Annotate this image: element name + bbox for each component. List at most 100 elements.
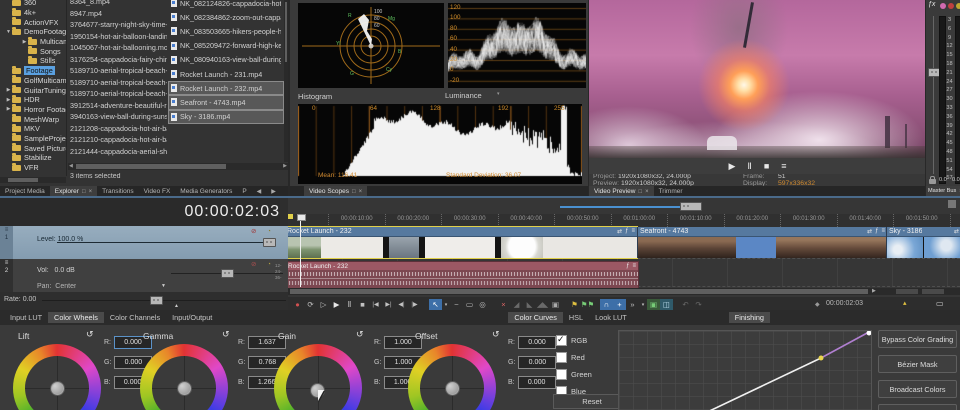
tab-hsl[interactable]: HSL [563,312,589,323]
folder-item[interactable]: VFR [0,163,66,173]
offset-g-value[interactable]: 0.000 [518,356,556,369]
folder-item[interactable]: MeshWarp [0,114,66,124]
preview-menu-icon[interactable]: ≡ [781,161,786,171]
lock-event-icon[interactable]: ▣ [549,299,562,310]
close-icon[interactable]: × [645,189,649,195]
play-from-start-icon[interactable]: ▷ [317,299,330,310]
reset-icon[interactable]: ↺ [492,329,500,340]
track-strip[interactable]: ≡ 2 [0,259,13,292]
file-item[interactable]: 5189710-aerial-tropical-beach-b... [67,65,167,77]
file-item[interactable]: 3764677-starry-night-sky-time-l... [67,19,167,31]
tab-look-lut[interactable]: Look LUT [589,312,633,323]
lock-icon[interactable] [929,179,936,184]
track-mute-icon[interactable]: ⊘ [251,228,256,235]
tab-scroll-left-icon[interactable]: ◀ [252,186,267,196]
tab-transitions[interactable]: Transitions [97,186,139,196]
fader-track[interactable] [933,16,934,174]
loop-playback-icon[interactable]: ⟳ [304,299,317,310]
redo-icon[interactable]: ↷ [692,299,705,310]
tab-video-scopes[interactable]: Video Scopes□× [304,186,367,196]
marker-flag-icon[interactable]: ⚑ [568,299,581,310]
folder-item[interactable]: Stabilize [0,153,66,163]
file-item[interactable]: 3912514-adventure-beautiful-ro... [67,100,167,112]
file-item[interactable]: NK_082124826-cappadocia-hot-air-bal... [168,0,284,10]
playhead[interactable] [300,214,301,287]
folder-item[interactable]: Footage [0,66,66,76]
histogram-channel-select[interactable]: Luminance ▾ [445,91,515,102]
timeline-ruler[interactable]: 00:00:10:0000:00:20:0000:00:30:0000:00:4… [288,214,960,228]
pause-icon[interactable]: Ⅱ [343,299,356,310]
tab-color-channels[interactable]: Color Channels [104,312,166,323]
track-menu-icon[interactable]: ≡ [5,227,9,233]
file-item[interactable]: 5189710-aerial-tropical-beach-b... [67,88,167,100]
event-tool-b-icon[interactable]: ◫ [660,299,673,310]
file-item[interactable]: 2121208-cappadocia-hot-air-bal... [67,123,167,135]
float-icon[interactable]: □ [352,189,356,195]
play-icon[interactable]: ▶ [330,299,343,310]
folder-item[interactable]: Songs [0,46,66,56]
clip-menu-icon[interactable]: ≡ [631,228,635,235]
file-item[interactable]: Rocket Launch - 231.mp4 [168,67,284,81]
color-wheel-gamma[interactable] [140,344,228,410]
files-hscrollbar[interactable]: ◀ ▶ [68,163,288,170]
track-header-audio[interactable]: ≡ 2 Vol: 0.0 dB Pan: Center ▼ ⊘ ◔ 12-24 [0,259,288,292]
timeline-corner-button[interactable] [948,200,956,208]
level-slider-handle[interactable] [263,238,276,247]
insert-fx-icon[interactable] [940,3,946,9]
selection-tool-icon[interactable]: ▭ [463,299,476,310]
float-icon[interactable]: □ [638,189,642,195]
play-icon[interactable]: ▶ [728,161,735,172]
clip-video-rocket[interactable]: Rocket Launch - 232 ⇄ƒ≡ [288,227,637,258]
tab-input-lut[interactable]: Input LUT [4,312,48,323]
folder-item[interactable]: 4k+ [0,8,66,18]
tab-project-media[interactable]: Project Media [0,186,50,196]
clip-audio-rocket[interactable]: Rocket Launch - 232 ƒ≡ [288,261,639,289]
expand-arrow-icon[interactable]: ▶ [5,97,12,103]
folder-item[interactable]: ▶ GuitarTuningM [0,85,66,95]
file-item[interactable]: NK_083503665-hikers-people-hiking-h... [168,24,284,38]
tool-dropdown-icon[interactable]: ▾ [442,299,450,310]
tab-video-fx[interactable]: Video FX [139,186,176,196]
tab-explorer[interactable]: Explorer□× [50,186,97,196]
file-item[interactable]: Rocket Launch - 232.mp4 [168,81,284,95]
close-icon[interactable]: × [359,189,363,195]
timeline-tracks-area[interactable]: 00:00:10:0000:00:20:0000:00:30:0000:00:4… [288,198,960,312]
file-item[interactable]: 1950154-hot-air-balloon-landin... [67,31,167,43]
track-mute-icon[interactable]: ⊘ [251,261,256,268]
record-icon[interactable]: ● [291,299,304,310]
checkbox-icon[interactable] [556,369,567,380]
track-strip[interactable]: ≡ 1 [0,226,13,259]
folder-item[interactable]: SampleProject [0,134,66,144]
expand-arrow-icon[interactable]: ▶ [5,106,12,112]
pan-center-icon[interactable]: ▼ [161,283,166,289]
tree-hscrollbar[interactable] [0,177,66,183]
clip-fx-icon[interactable]: ƒ [625,228,628,235]
prev-frame-icon[interactable]: ◀| [395,299,408,310]
broadcast-colors-button[interactable]: Broadcast Colors [878,380,957,398]
timeline-zoom-handle[interactable] [680,202,702,211]
clip-menu-icon[interactable]: ≡ [881,228,885,235]
clip-video-seafront[interactable]: Seafront - 4743 ⇄ƒ≡ [637,227,887,258]
tab-video-preview[interactable]: Video Preview□× [589,186,654,196]
bypass-color-grading-button[interactable]: Bypass Color Grading [878,330,957,348]
fade-in-icon[interactable]: ◢ [510,299,523,310]
folder-item[interactable]: Stills [0,56,66,66]
reset-icon[interactable]: ↺ [356,329,364,340]
file-item[interactable]: 2121444-cappadocia-aerial-shot... [67,146,167,158]
tab-trimmer[interactable]: Trimmer [654,186,688,196]
file-list-col2[interactable]: NK_082124826-cappadocia-hot-air-bal... N… [168,0,284,162]
scroll-left-icon[interactable]: ◀ [69,163,73,169]
track-solo-icon[interactable]: ◔ [267,261,271,268]
channel-checkbox-row[interactable]: Green [556,366,612,383]
vol-slider-handle[interactable] [221,269,234,278]
file-item[interactable]: NK_082384862-zoom-out-cappadocia-... [168,10,284,24]
folder-item[interactable]: MKV [0,124,66,134]
expand-arrow-icon[interactable]: ▶ [21,39,28,45]
timeline-hscrollbar[interactable]: ▶ [288,288,960,295]
file-list-col1[interactable]: 8364_8.mp48947.mp43764677-starry-night-s… [67,0,167,162]
time-display[interactable]: 00:00:02:03 [0,198,280,226]
envelope-tool-icon[interactable]: ~ [450,299,463,310]
color-wheel-lift[interactable] [13,344,101,410]
file-item[interactable]: 8947.mp4 [67,8,167,20]
folder-item[interactable]: GolfMulticam [0,76,66,86]
